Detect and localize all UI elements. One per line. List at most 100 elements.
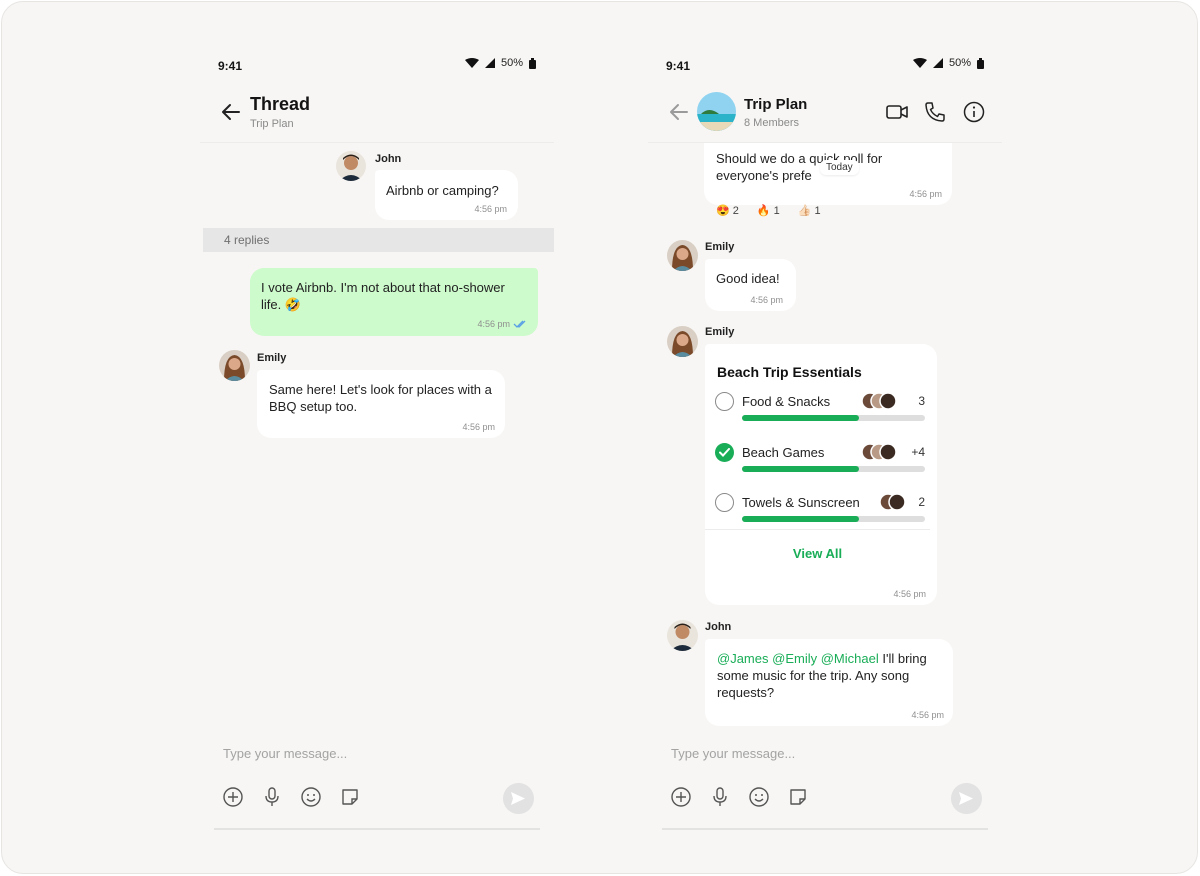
john-sender: John: [705, 621, 732, 633]
send-button[interactable]: [951, 783, 982, 814]
mention-james[interactable]: @James: [717, 651, 769, 666]
mention-message-time: 4:56 pm: [911, 710, 944, 720]
mention-michael[interactable]: @Michael: [821, 651, 879, 666]
video-call-icon[interactable]: [885, 100, 909, 124]
sticker-icon[interactable]: [339, 786, 361, 808]
emily-message-time: 4:56 pm: [462, 422, 495, 432]
sticker-icon[interactable]: [787, 786, 809, 808]
composer-divider: [214, 828, 540, 830]
poll-progress-fill: [742, 415, 860, 421]
signal-icon: [484, 58, 495, 68]
thumbs-up-icon: 👍🏻: [797, 205, 812, 217]
message-input[interactable]: Type your message...: [223, 746, 347, 761]
checked-circle-icon[interactable]: [715, 443, 734, 462]
info-icon[interactable]: [962, 100, 986, 124]
reaction-fire[interactable]: 🔥 1: [757, 204, 780, 217]
poll-progress-track: [742, 516, 925, 522]
checkmark-icon: [719, 448, 730, 457]
poll-divider: [705, 529, 930, 530]
wifi-icon: [464, 58, 479, 68]
mention-message-bubble[interactable]: @James @Emily @Michael I'll bring some m…: [705, 639, 953, 726]
emoji-icon[interactable]: [748, 786, 770, 808]
emily-sender: Emily: [705, 241, 735, 253]
poll-question-line2: everyone's prefe: [716, 168, 812, 183]
poll-sender: Emily: [705, 326, 735, 338]
good-idea-time: 4:56 pm: [750, 295, 783, 305]
thread-header: Thread Trip Plan: [200, 80, 554, 143]
radio-unchecked-icon[interactable]: [715, 493, 734, 512]
voter-avatars: [861, 392, 897, 410]
reactions-row: 😍 2 🔥 1 👍🏻 1: [716, 204, 821, 217]
composer: Type your message...: [200, 738, 554, 832]
reaction-thumbs-up[interactable]: 👍🏻 1: [798, 204, 821, 217]
reaction-heart-eyes[interactable]: 😍 2: [716, 204, 739, 217]
chat-screen: 9:41 50% Should we do a quick poll for e…: [648, 50, 1002, 835]
status-time: 9:41: [666, 59, 691, 73]
poll-progress-fill: [742, 466, 860, 472]
page-subtitle: Trip Plan: [250, 118, 294, 130]
back-arrow-icon[interactable]: [668, 101, 690, 123]
poll-option-label: Towels & Sunscreen: [742, 495, 860, 510]
chat-header: Trip Plan 8 Members: [648, 80, 1002, 143]
poll-question-time: 4:56 pm: [909, 189, 942, 199]
poll-progress-track: [742, 415, 925, 421]
poll-option-beach-games[interactable]: Beach Games +4: [715, 440, 925, 480]
replies-count: 4 replies: [224, 233, 270, 247]
battery-icon: [977, 57, 984, 69]
microphone-icon[interactable]: [261, 786, 283, 808]
send-button[interactable]: [503, 783, 534, 814]
poll-option-food-snacks[interactable]: Food & Snacks 3: [715, 389, 925, 429]
replies-divider: 4 replies: [203, 228, 554, 252]
john-avatar[interactable]: [667, 620, 698, 651]
add-icon[interactable]: [222, 786, 244, 808]
emily-avatar[interactable]: [219, 350, 250, 381]
phone-call-icon[interactable]: [923, 100, 947, 124]
root-message-bubble[interactable]: Airbnb or camping? 4:56 pm: [375, 170, 518, 220]
good-idea-bubble[interactable]: Good idea! 4:56 pm: [705, 259, 796, 311]
emily-message-bubble[interactable]: Same here! Let's look for places with a …: [257, 370, 505, 438]
add-icon[interactable]: [670, 786, 692, 808]
date-pill: Today: [820, 160, 859, 175]
status-icons: 50%: [912, 57, 984, 69]
poll-option-count: +4: [911, 445, 925, 459]
poll-progress-track: [742, 466, 925, 472]
john-avatar[interactable]: [336, 151, 366, 181]
poll-option-count: 3: [918, 394, 925, 408]
poll-option-label: Food & Snacks: [742, 394, 831, 409]
signal-icon: [932, 58, 943, 68]
fire-icon: 🔥: [756, 205, 771, 217]
emily-sender: Emily: [257, 352, 287, 364]
mention-message-after: I'll bring: [882, 651, 927, 666]
emily-avatar[interactable]: [667, 240, 698, 271]
microphone-icon[interactable]: [709, 786, 731, 808]
send-icon: [511, 792, 525, 805]
back-arrow-icon[interactable]: [220, 101, 242, 123]
poll-title: Beach Trip Essentials: [717, 364, 862, 380]
page-title: Trip Plan: [744, 96, 808, 113]
message-input[interactable]: Type your message...: [671, 746, 795, 761]
members-count: 8 Members: [744, 117, 800, 129]
mention-message-rest: some music for the trip. Any song reques…: [717, 668, 910, 700]
poll-option-towels-sunscreen[interactable]: Towels & Sunscreen 2: [715, 490, 925, 530]
voter-avatars: [861, 443, 897, 461]
composer-tools: [222, 786, 361, 808]
status-bar: 9:41 50%: [200, 50, 554, 80]
thread-screen: 9:41 50% Thread Trip Plan John Airbnb or…: [200, 50, 554, 835]
group-avatar[interactable]: [697, 92, 736, 131]
composer-divider: [662, 828, 988, 830]
my-message-text: I vote Airbnb. I'm not about that no-sho…: [261, 280, 505, 312]
status-icons: 50%: [464, 57, 536, 69]
my-message-bubble[interactable]: I vote Airbnb. I'm not about that no-sho…: [250, 268, 538, 336]
mention-emily[interactable]: @Emily: [772, 651, 817, 666]
mention-message-text: @James @Emily @Michael I'll bring some m…: [717, 650, 949, 701]
good-idea-text: Good idea!: [716, 271, 780, 286]
status-bar: 9:41 50%: [648, 50, 1002, 80]
send-icon: [959, 792, 973, 805]
emily-avatar[interactable]: [667, 326, 698, 357]
view-all-button[interactable]: View All: [705, 546, 930, 561]
poll-option-label: Beach Games: [742, 445, 825, 460]
voter-avatars: [879, 493, 905, 511]
read-ticks-icon: [513, 320, 526, 328]
emoji-icon[interactable]: [300, 786, 322, 808]
radio-unchecked-icon[interactable]: [715, 392, 734, 411]
